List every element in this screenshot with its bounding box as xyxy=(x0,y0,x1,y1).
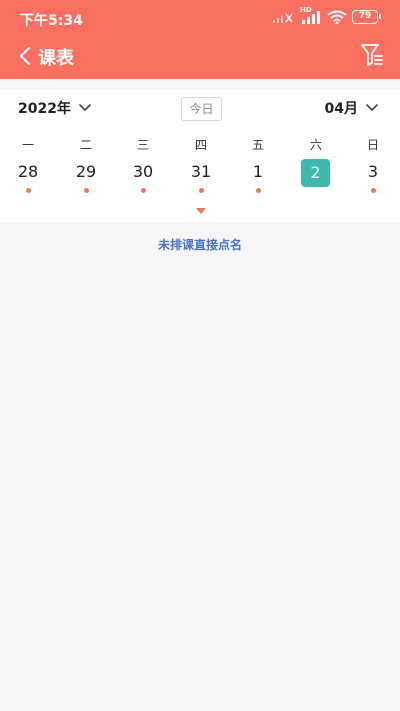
header-bar: 下午5:34 HD 79 课表 xyxy=(0,0,400,79)
chevron-down-icon xyxy=(366,104,378,112)
date-cell[interactable]: 28 xyxy=(10,158,46,186)
date-cell[interactable]: 31 xyxy=(183,158,219,186)
page-title: 课表 xyxy=(38,48,74,69)
back-arrow-icon[interactable] xyxy=(14,44,38,68)
status-bar: 下午5:34 HD 79 xyxy=(0,0,400,36)
cell-signal-icon xyxy=(302,11,320,24)
weekday-label: 五 xyxy=(251,138,264,152)
schedule-dot xyxy=(84,188,89,193)
year-selector[interactable]: 2022年 xyxy=(18,98,91,118)
status-icons: HD 79 xyxy=(273,6,381,24)
weekday-header: 一 二 三 四 五 六 日 xyxy=(0,136,400,154)
schedule-dot xyxy=(371,188,376,193)
date-cell[interactable]: 1 xyxy=(240,158,276,186)
today-button[interactable]: 今日 xyxy=(181,97,222,121)
schedule-dot xyxy=(256,188,261,193)
schedule-dot xyxy=(141,188,146,193)
date-cell[interactable]: 30 xyxy=(125,158,161,186)
schedule-dot xyxy=(26,188,31,193)
calendar-panel: 2022年 今日 04月 一 二 三 四 五 六 日 28 29 30 31 1… xyxy=(0,90,400,222)
date-cell[interactable]: 29 xyxy=(68,158,104,186)
month-selector[interactable]: 04月 xyxy=(325,98,378,118)
battery-icon: 79 xyxy=(352,10,381,24)
wifi-icon xyxy=(327,10,347,24)
date-row: 28 29 30 31 1 2 3 xyxy=(0,158,400,198)
weekday-label: 二 xyxy=(79,138,92,152)
chevron-down-icon xyxy=(79,104,91,112)
expand-calendar-icon[interactable] xyxy=(195,207,207,215)
mute-signal-icon xyxy=(273,13,293,23)
weekday-label: 日 xyxy=(366,138,379,152)
nav-bar: 课表 xyxy=(0,36,400,76)
weekday-label: 六 xyxy=(309,138,322,152)
date-cell-selected[interactable]: 2 xyxy=(301,159,330,187)
month-label: 04月 xyxy=(324,101,358,117)
weekday-label: 三 xyxy=(136,138,149,152)
weekday-label: 一 xyxy=(21,138,34,152)
weekday-label: 四 xyxy=(194,138,207,152)
schedule-dot xyxy=(199,188,204,193)
status-time: 下午5:34 xyxy=(20,13,83,29)
date-cell[interactable]: 3 xyxy=(355,158,391,186)
cell-signal: HD xyxy=(300,6,322,24)
direct-roll-call-link[interactable]: 未排课直接点名 xyxy=(0,236,400,253)
year-label: 2022年 xyxy=(18,101,71,117)
filter-icon[interactable] xyxy=(360,42,384,68)
